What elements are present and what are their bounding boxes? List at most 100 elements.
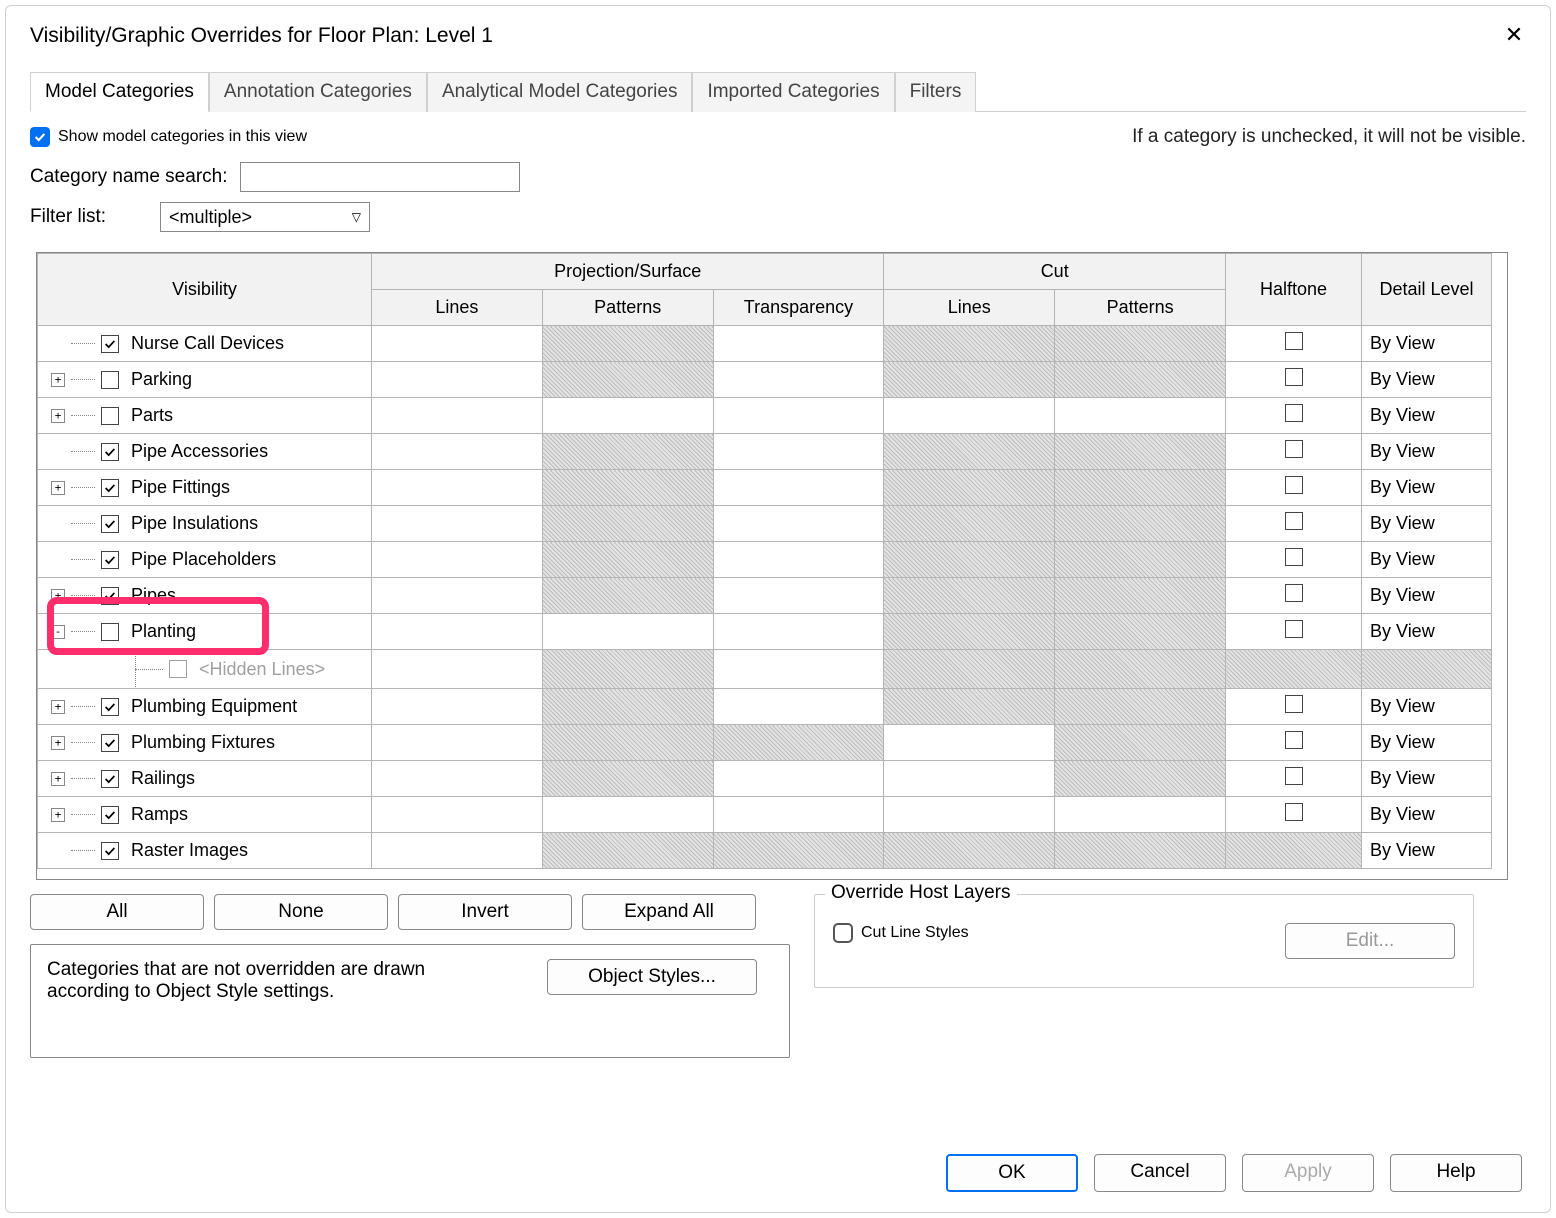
ok-button[interactable]: OK [946, 1154, 1078, 1192]
proj-patterns-cell[interactable] [542, 398, 713, 434]
detail-level-cell[interactable]: By View [1362, 362, 1492, 398]
detail-level-cell[interactable] [1362, 650, 1492, 689]
cut-lines-cell[interactable] [884, 542, 1055, 578]
cut-lines-cell[interactable] [884, 326, 1055, 362]
proj-trans-cell[interactable] [713, 470, 884, 506]
cancel-button[interactable]: Cancel [1094, 1154, 1226, 1192]
halftone-cell[interactable] [1226, 470, 1362, 506]
visibility-checkbox[interactable] [101, 698, 119, 716]
col-proj-patterns[interactable]: Patterns [542, 290, 713, 326]
proj-patterns-cell[interactable] [542, 362, 713, 398]
cut-patterns-cell[interactable] [1055, 506, 1226, 542]
detail-level-cell[interactable]: By View [1362, 398, 1492, 434]
proj-lines-cell[interactable] [372, 398, 543, 434]
proj-patterns-cell[interactable] [542, 689, 713, 725]
cut-patterns-cell[interactable] [1055, 578, 1226, 614]
cut-lines-cell[interactable] [884, 833, 1055, 869]
proj-lines-cell[interactable] [372, 797, 543, 833]
col-cut-patterns[interactable]: Patterns [1055, 290, 1226, 326]
halftone-cell[interactable] [1226, 542, 1362, 578]
halftone-cell[interactable] [1226, 689, 1362, 725]
halftone-cell[interactable] [1226, 725, 1362, 761]
visibility-checkbox[interactable] [101, 407, 119, 425]
search-input[interactable] [240, 162, 520, 192]
category-row[interactable]: Nurse Call DevicesBy View [38, 326, 1492, 362]
proj-patterns-cell[interactable] [542, 578, 713, 614]
expand-icon[interactable]: + [51, 772, 65, 786]
category-grid[interactable]: Visibility Projection/Surface Cut Halfto… [36, 252, 1508, 880]
visibility-checkbox[interactable] [101, 515, 119, 533]
halftone-cell[interactable] [1226, 761, 1362, 797]
proj-patterns-cell[interactable] [542, 797, 713, 833]
proj-trans-cell[interactable] [713, 506, 884, 542]
category-row[interactable]: +Plumbing FixturesBy View [38, 725, 1492, 761]
proj-lines-cell[interactable] [372, 434, 543, 470]
visibility-checkbox[interactable] [101, 443, 119, 461]
proj-lines-cell[interactable] [372, 470, 543, 506]
proj-trans-cell[interactable] [713, 434, 884, 470]
col-proj-trans[interactable]: Transparency [713, 290, 884, 326]
col-visibility[interactable]: Visibility [38, 254, 372, 326]
visibility-checkbox[interactable] [101, 587, 119, 605]
proj-lines-cell[interactable] [372, 542, 543, 578]
collapse-icon[interactable]: - [51, 625, 65, 639]
detail-level-cell[interactable]: By View [1362, 506, 1492, 542]
cut-lines-cell[interactable] [884, 689, 1055, 725]
cut-patterns-cell[interactable] [1055, 761, 1226, 797]
cut-patterns-cell[interactable] [1055, 689, 1226, 725]
halftone-checkbox[interactable] [1285, 476, 1303, 494]
proj-lines-cell[interactable] [372, 578, 543, 614]
category-row[interactable]: Pipe PlaceholdersBy View [38, 542, 1492, 578]
halftone-cell[interactable] [1226, 434, 1362, 470]
category-row[interactable]: +RampsBy View [38, 797, 1492, 833]
all-button[interactable]: All [30, 894, 204, 930]
detail-level-cell[interactable]: By View [1362, 797, 1492, 833]
visibility-checkbox[interactable] [101, 623, 119, 641]
filter-combo[interactable]: <multiple> ▽ [160, 202, 370, 232]
visibility-checkbox[interactable] [101, 806, 119, 824]
expand-icon[interactable]: + [51, 409, 65, 423]
cut-lines-cell[interactable] [884, 434, 1055, 470]
proj-trans-cell[interactable] [713, 362, 884, 398]
halftone-checkbox[interactable] [1285, 695, 1303, 713]
category-row[interactable]: Pipe InsulationsBy View [38, 506, 1492, 542]
visibility-checkbox[interactable] [101, 479, 119, 497]
cut-lines-cell[interactable] [884, 650, 1055, 689]
tab-filters[interactable]: Filters [895, 72, 977, 112]
detail-level-cell[interactable]: By View [1362, 725, 1492, 761]
category-row[interactable]: <Hidden Lines> [38, 650, 1492, 689]
proj-patterns-cell[interactable] [542, 725, 713, 761]
expand-icon[interactable]: + [51, 589, 65, 603]
category-row[interactable]: +RailingsBy View [38, 761, 1492, 797]
cut-patterns-cell[interactable] [1055, 833, 1226, 869]
category-row[interactable]: +PartsBy View [38, 398, 1492, 434]
expand-icon[interactable]: + [51, 481, 65, 495]
detail-level-cell[interactable]: By View [1362, 614, 1492, 650]
expand-icon[interactable]: + [51, 808, 65, 822]
cut-patterns-cell[interactable] [1055, 398, 1226, 434]
proj-trans-cell[interactable] [713, 725, 884, 761]
halftone-checkbox[interactable] [1285, 803, 1303, 821]
category-row[interactable]: +Pipe FittingsBy View [38, 470, 1492, 506]
tab-model-categories[interactable]: Model Categories [30, 72, 209, 112]
halftone-checkbox[interactable] [1285, 548, 1303, 566]
proj-patterns-cell[interactable] [542, 506, 713, 542]
cut-lines-cell[interactable] [884, 470, 1055, 506]
halftone-cell[interactable] [1226, 614, 1362, 650]
col-detail[interactable]: Detail Level [1362, 254, 1492, 326]
halftone-cell[interactable] [1226, 650, 1362, 689]
cut-lines-cell[interactable] [884, 761, 1055, 797]
cut-lines-cell[interactable] [884, 614, 1055, 650]
tab-annotation-categories[interactable]: Annotation Categories [209, 72, 427, 112]
proj-trans-cell[interactable] [713, 542, 884, 578]
proj-trans-cell[interactable] [713, 833, 884, 869]
cut-patterns-cell[interactable] [1055, 650, 1226, 689]
proj-lines-cell[interactable] [372, 650, 543, 689]
cut-patterns-cell[interactable] [1055, 797, 1226, 833]
col-proj-lines[interactable]: Lines [372, 290, 543, 326]
proj-lines-cell[interactable] [372, 689, 543, 725]
expand-icon[interactable]: + [51, 736, 65, 750]
halftone-cell[interactable] [1226, 833, 1362, 869]
halftone-cell[interactable] [1226, 506, 1362, 542]
halftone-checkbox[interactable] [1285, 731, 1303, 749]
